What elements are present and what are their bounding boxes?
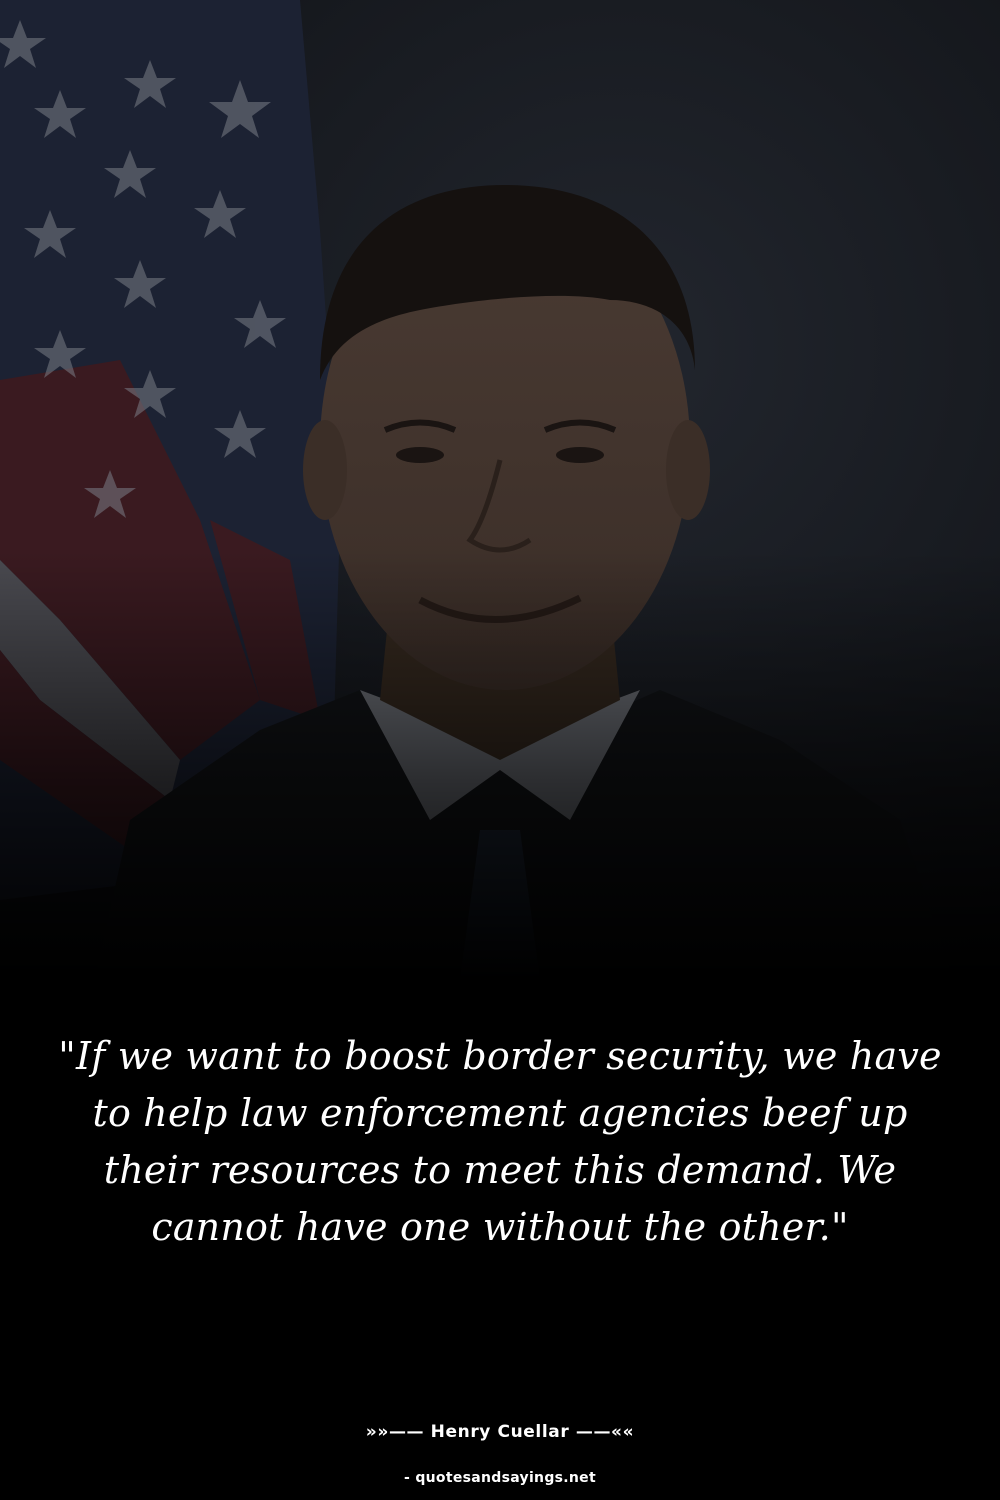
source-credit: - quotesandsayings.net: [404, 1470, 596, 1486]
quote-card: "If we want to boost border security, we…: [0, 0, 1000, 1500]
author-line: »»—— Henry Cuellar ——««: [365, 1422, 635, 1442]
dark-gradient-overlay: [0, 0, 1000, 1000]
quote-text: "If we want to boost border security, we…: [58, 1034, 942, 1249]
